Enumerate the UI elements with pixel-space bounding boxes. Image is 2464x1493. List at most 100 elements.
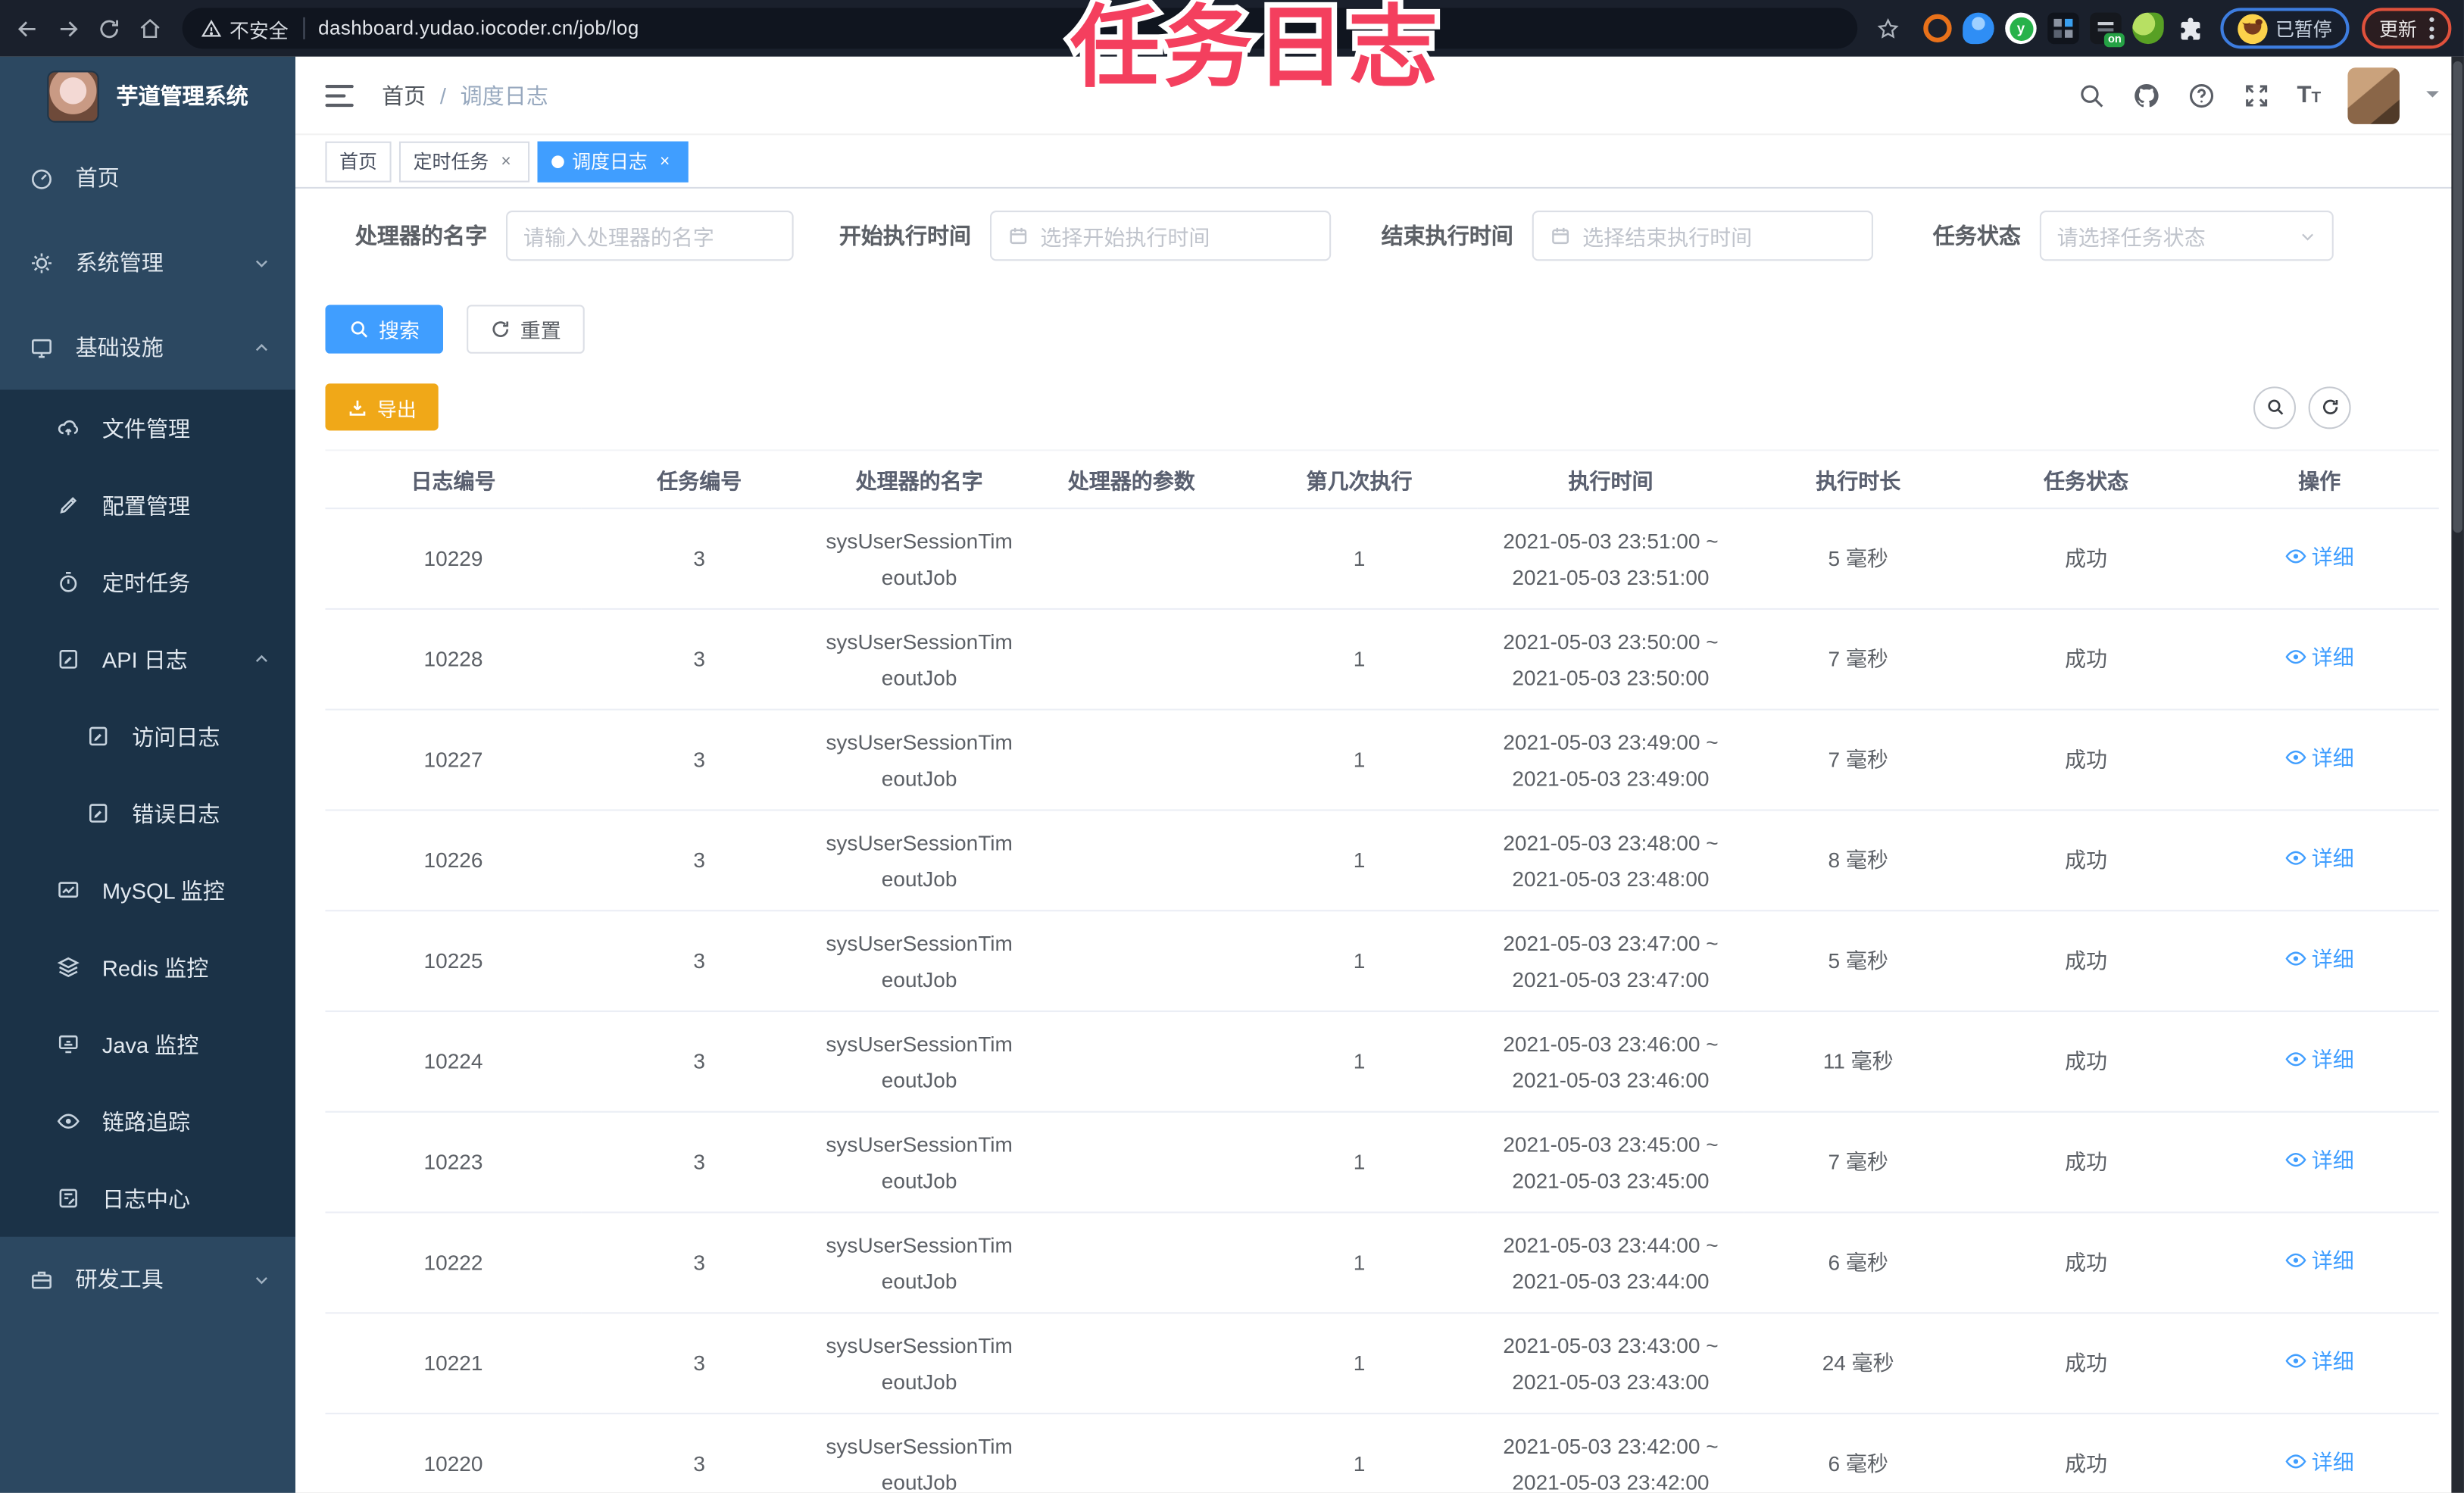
table-row: 10226 3 sysUserSessionTim eoutJob 1 2021-…: [325, 810, 2439, 912]
chevron-down-icon: [2299, 227, 2316, 245]
detail-link[interactable]: 详细: [2284, 840, 2354, 876]
sidebar-item-home[interactable]: 首页: [0, 135, 295, 220]
extension-icon-7[interactable]: [2175, 13, 2206, 44]
sidebar-item-infrastructure[interactable]: 基础设施: [0, 305, 295, 389]
sidebar-item-error-log[interactable]: 错误日志: [0, 775, 295, 852]
app-logo-row[interactable]: 芋道管理系统: [0, 57, 295, 136]
cell-handler-name: sysUserSessionTim eoutJob: [817, 1111, 1022, 1213]
cell-execute-time: 2021-05-03 23:42:00 ~2021-05-03 23:42:00: [1477, 1413, 1744, 1493]
access-log-icon: [86, 724, 110, 748]
cell-execute-time: 2021-05-03 23:45:00 ~2021-05-03 23:45:00: [1477, 1111, 1744, 1213]
sidebar-toggle-icon[interactable]: [325, 83, 354, 107]
detail-link[interactable]: 详细: [2284, 1242, 2354, 1279]
end-time-picker[interactable]: 选择结束执行时间: [1532, 210, 1873, 261]
sidebar-item-system[interactable]: 系统管理: [0, 220, 295, 305]
table-row: 10222 3 sysUserSessionTim eoutJob 1 2021-…: [325, 1212, 2439, 1314]
cell-actions: 详细: [2200, 910, 2439, 1013]
profile-paused-chip[interactable]: 已暂停: [2220, 8, 2350, 49]
sidebar-item-file-manage[interactable]: 文件管理: [0, 390, 295, 467]
close-icon[interactable]: ×: [655, 151, 674, 170]
extension-icon-6[interactable]: [2132, 12, 2164, 45]
cell-job-status: 成功: [1972, 608, 2200, 711]
table-row: 10227 3 sysUserSessionTim eoutJob 1 2021-…: [325, 709, 2439, 811]
fullscreen-icon[interactable]: [2242, 81, 2270, 109]
cell-handler-param: [1021, 1011, 1241, 1113]
detail-link[interactable]: 详细: [2284, 1444, 2354, 1480]
home-icon[interactable]: [129, 8, 170, 48]
tag-home[interactable]: 首页: [325, 140, 392, 182]
sidebar-item-api-log[interactable]: API 日志: [0, 620, 295, 698]
not-secure-chip[interactable]: 不安全: [201, 14, 289, 43]
sidebar-item-java-monitor[interactable]: Java 监控: [0, 1006, 295, 1083]
forward-icon[interactable]: [47, 8, 88, 48]
url-text[interactable]: dashboard.yudao.iocoder.cn/job/log: [318, 17, 639, 39]
cell-handler-name: sysUserSessionTim eoutJob: [817, 910, 1022, 1013]
job-status-select[interactable]: 请选择任务状态: [2039, 210, 2334, 261]
mysql-monitor-icon: [57, 879, 80, 902]
eye-icon: [2285, 1052, 2306, 1067]
detail-link[interactable]: 详细: [2284, 539, 2354, 575]
breadcrumb-home[interactable]: 首页: [382, 80, 426, 111]
back-icon[interactable]: [6, 8, 47, 48]
top-navbar: 首页 / 调度日志 TT: [295, 56, 2464, 136]
cell-handler-param: [1021, 1313, 1241, 1415]
table-header-row: 日志编号 任务编号 处理器的名字 处理器的参数 第几次执行 执行时间 执行时长 …: [325, 449, 2439, 510]
user-caret-down-icon[interactable]: [2426, 91, 2439, 104]
bookmark-star-icon[interactable]: [1867, 8, 1908, 48]
handler-name-label: 处理器的名字: [354, 223, 488, 248]
cell-handler-name: sysUserSessionTim eoutJob: [817, 1313, 1022, 1415]
toggle-search-button[interactable]: [2253, 386, 2296, 429]
cell-job-status: 成功: [1972, 709, 2200, 811]
extension-icon-1[interactable]: [1923, 14, 1952, 43]
sidebar-item-config-manage[interactable]: 配置管理: [0, 467, 295, 544]
extension-icon-4[interactable]: [2047, 12, 2079, 45]
user-avatar[interactable]: [2347, 67, 2400, 123]
extension-icon-5[interactable]: on: [2090, 12, 2125, 48]
scrollbar-thumb[interactable]: [2453, 61, 2462, 533]
end-time-label: 结束执行时间: [1381, 223, 1513, 248]
close-icon[interactable]: ×: [497, 151, 516, 170]
font-size-icon[interactable]: TT: [2297, 82, 2321, 108]
sidebar-item-mysql-monitor[interactable]: MySQL 监控: [0, 851, 295, 929]
reset-button[interactable]: 重置: [467, 305, 585, 354]
help-icon[interactable]: [2187, 81, 2215, 109]
browser-menu-icon[interactable]: [2429, 17, 2434, 39]
chevron-up-icon: [253, 339, 270, 356]
detail-link[interactable]: 详细: [2284, 1042, 2354, 1078]
sidebar-item-log-center[interactable]: 日志中心: [0, 1160, 295, 1237]
browser-update-button[interactable]: 更新: [2362, 8, 2452, 49]
col-execute-index: 第几次执行: [1241, 449, 1478, 510]
detail-link[interactable]: 详细: [2284, 740, 2354, 776]
search-icon[interactable]: [2077, 81, 2105, 109]
handler-name-input[interactable]: 请输入处理器的名字: [506, 210, 794, 261]
breadcrumb-separator: /: [439, 82, 446, 108]
detail-link[interactable]: 详细: [2284, 639, 2354, 676]
github-icon[interactable]: [2132, 81, 2160, 109]
sidebar-item-devtools[interactable]: 研发工具: [0, 1237, 295, 1322]
calendar-icon: [1550, 225, 1572, 247]
detail-link[interactable]: 详细: [2284, 1343, 2354, 1379]
scrollbar[interactable]: [2451, 56, 2464, 1493]
sidebar-item-access-log[interactable]: 访问日志: [0, 698, 295, 775]
cell-log-id: 10222: [325, 1212, 582, 1314]
sidebar-item-scheduled-job[interactable]: 定时任务: [0, 544, 295, 621]
refresh-button[interactable]: [2308, 386, 2351, 429]
reload-icon[interactable]: [88, 8, 129, 48]
cell-job-status: 成功: [1972, 1413, 2200, 1493]
tag-job-log[interactable]: 调度日志 ×: [537, 140, 689, 182]
detail-link[interactable]: 详细: [2284, 1142, 2354, 1179]
search-button[interactable]: 搜索: [325, 305, 444, 354]
detail-link[interactable]: 详细: [2284, 941, 2354, 977]
cell-handler-name: sysUserSessionTim eoutJob: [817, 1413, 1022, 1493]
sidebar-item-trace[interactable]: 链路追踪: [0, 1082, 295, 1160]
edit-icon: [57, 493, 80, 517]
extension-icon-2[interactable]: [1963, 12, 1994, 45]
sidebar-item-redis-monitor[interactable]: Redis 监控: [0, 929, 295, 1006]
cell-job-id: 3: [581, 1313, 817, 1415]
extension-icon-3[interactable]: y: [2005, 12, 2037, 45]
begin-time-picker[interactable]: 选择开始执行时间: [989, 210, 1332, 261]
eye-icon: [2285, 1354, 2306, 1369]
export-button[interactable]: 导出: [325, 383, 439, 431]
tag-scheduled-job[interactable]: 定时任务 ×: [398, 140, 530, 182]
url-bar[interactable]: 不安全 dashboard.yudao.iocoder.cn/job/log: [182, 8, 1858, 49]
